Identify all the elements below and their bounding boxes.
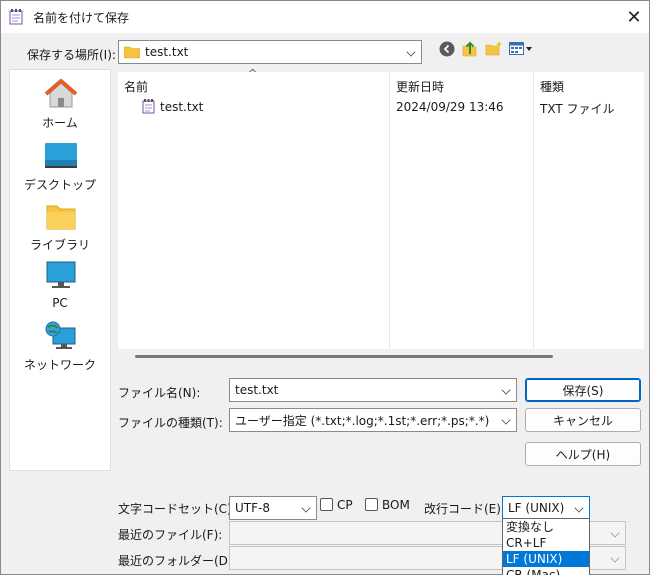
column-header-type[interactable]: 種類 (540, 78, 564, 95)
file-name: test.txt (160, 100, 204, 114)
filename-value: test.txt (235, 383, 279, 397)
up-folder-icon[interactable] (461, 40, 479, 58)
file-list[interactable]: ^ 名前 更新日時 種類 test.txt 2024/09/29 13:46 T… (118, 67, 644, 349)
chevron-down-icon (610, 528, 620, 538)
home-icon (44, 79, 78, 108)
pc-icon (46, 261, 76, 288)
location-label: 保存する場所(I): (27, 48, 116, 62)
back-arrow-icon[interactable] (439, 41, 455, 57)
dropdown-option[interactable]: CR+LF (503, 535, 589, 551)
place-desktop[interactable]: デスクトップ (10, 140, 110, 198)
charset-label: 文字コードセット(C): (118, 502, 236, 516)
location-value: test.txt (145, 45, 189, 59)
desktop-icon (45, 143, 77, 168)
folder-icon (124, 46, 140, 59)
window-title: 名前を付けて保存 (33, 11, 130, 25)
bom-label: BOM (382, 498, 410, 512)
place-label: デスクトップ (23, 178, 96, 192)
dropdown-option[interactable]: 変換なし (503, 519, 589, 535)
recent-folders-label: 最近のフォルダー(D): (118, 554, 237, 568)
new-folder-icon[interactable] (485, 40, 503, 58)
notepad-icon (9, 9, 23, 25)
library-icon (46, 205, 76, 230)
save-as-dialog: 名前を付けて保存 ✕ 保存する場所(I): test.txt ホーム デスクトッ… (0, 0, 650, 575)
location-select[interactable]: test.txt (118, 40, 422, 64)
chevron-down-icon (301, 503, 311, 513)
place-label: ライブラリ (29, 238, 90, 252)
filename-label: ファイル名(N): (118, 386, 201, 400)
title-bar: 名前を付けて保存 ✕ (1, 1, 649, 33)
chevron-down-icon (501, 385, 511, 395)
cp-checkbox[interactable] (320, 498, 333, 511)
place-home[interactable]: ホーム (10, 78, 110, 136)
newline-label: 改行コード(E): (424, 502, 505, 516)
column-header-name[interactable]: 名前 (124, 78, 148, 95)
network-icon (45, 321, 76, 349)
bom-checkbox[interactable] (365, 498, 378, 511)
column-header-modified[interactable]: 更新日時 (396, 78, 444, 95)
horizontal-scrollbar[interactable] (135, 355, 553, 358)
chevron-down-icon (610, 553, 620, 563)
newline-dropdown-list: 変換なし CR+LF LF (UNIX) CR (Mac) (502, 518, 590, 575)
save-button[interactable]: 保存(S) (525, 378, 641, 402)
text-file-icon (142, 99, 155, 114)
close-icon: ✕ (626, 6, 642, 28)
newline-select[interactable]: LF (UNIX) (502, 496, 590, 520)
cancel-button[interactable]: キャンセル (525, 408, 641, 432)
cp-label: CP (337, 498, 353, 512)
place-label: PC (52, 296, 68, 310)
filetype-select[interactable]: ユーザー指定 (*.txt;*.log;*.1st;*.err;*.ps;*.*… (229, 408, 517, 432)
newline-value: LF (UNIX) (508, 501, 565, 515)
place-pc[interactable]: PC (10, 260, 110, 318)
place-library[interactable]: ライブラリ (10, 200, 110, 258)
filetype-value: ユーザー指定 (*.txt;*.log;*.1st;*.err;*.ps;*.*… (235, 413, 490, 428)
place-label: ネットワーク (23, 358, 96, 372)
charset-value: UTF-8 (235, 501, 270, 515)
file-type: TXT ファイル (540, 102, 615, 116)
close-button[interactable]: ✕ (619, 1, 649, 33)
view-menu-icon[interactable] (509, 41, 533, 57)
chevron-down-icon (406, 47, 416, 57)
file-modified: 2024/09/29 13:46 (396, 100, 504, 114)
dropdown-option-selected[interactable]: LF (UNIX) (503, 551, 589, 567)
filetype-label: ファイルの種類(T): (118, 416, 223, 430)
charset-select[interactable]: UTF-8 (229, 496, 317, 520)
place-network[interactable]: ネットワーク (10, 320, 110, 378)
filename-input[interactable]: test.txt (229, 378, 517, 402)
help-button[interactable]: ヘルプ(H) (525, 442, 641, 466)
chevron-down-icon (574, 503, 584, 513)
table-row[interactable]: test.txt 2024/09/29 13:46 TXT ファイル (118, 96, 644, 116)
places-bar: ホーム デスクトップ ライブラリ PC ネットワーク (9, 69, 111, 471)
sort-ascending-icon: ^ (248, 67, 258, 80)
place-label: ホーム (42, 116, 78, 130)
recent-files-label: 最近のファイル(F): (118, 528, 223, 542)
chevron-down-icon (501, 415, 511, 425)
dropdown-option[interactable]: CR (Mac) (503, 567, 589, 575)
